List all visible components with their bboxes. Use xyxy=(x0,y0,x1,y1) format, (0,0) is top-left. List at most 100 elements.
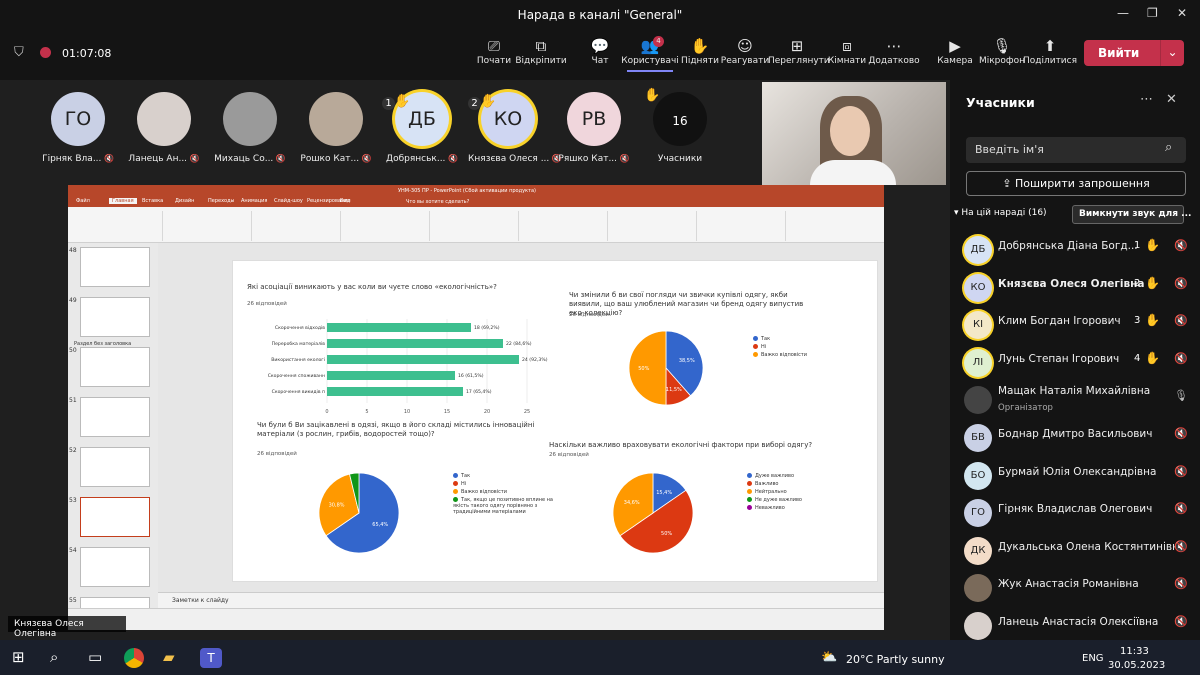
file-explorer-icon[interactable]: ▰ xyxy=(163,648,175,666)
maximize-icon[interactable]: ❐ xyxy=(1147,6,1158,20)
close-panel-icon[interactable]: ✕ xyxy=(1166,92,1177,107)
weather[interactable]: 20°C Partly sunny xyxy=(846,653,945,666)
slide-thumbnail[interactable] xyxy=(80,397,150,437)
leave-button[interactable]: Вийти ⌄ xyxy=(1084,40,1184,66)
ppt-tab[interactable]: Файл xyxy=(76,198,90,204)
mic-off-icon[interactable]: 🔇 xyxy=(1174,502,1188,515)
smile-icon: ☺ xyxy=(737,37,753,55)
mic-off-icon[interactable]: 🔇 xyxy=(1174,352,1188,365)
avatar-initials: ГО xyxy=(64,108,92,130)
participant-name-text: Князєва Олеся ... xyxy=(468,154,550,164)
x-tick-label: 15 xyxy=(444,409,450,415)
chrome-icon[interactable] xyxy=(124,648,144,668)
clock-time[interactable]: 11:33 xyxy=(1120,646,1149,657)
ppt-tab[interactable]: Вид xyxy=(340,198,350,204)
more-icon[interactable]: ⋯ xyxy=(1140,92,1153,107)
mic-off-icon[interactable]: 🔇 xyxy=(1174,615,1188,628)
participant-name: Боднар Дмитро Васильович xyxy=(998,428,1153,440)
section-header[interactable]: ▾ На цій нараді (16) xyxy=(954,208,1047,218)
participant-row[interactable]: КО Князєва Олеся Олегівна 2 ✋ 🔇 xyxy=(962,270,1192,304)
ppt-tab[interactable]: Переходы xyxy=(208,198,235,204)
slide-notes[interactable]: Заметки к слайду xyxy=(158,592,884,608)
mic-off-icon[interactable]: 🔇 xyxy=(1174,239,1188,252)
legend-label: Нейтрально xyxy=(755,489,787,495)
mic-off-icon: 🔇 xyxy=(617,154,630,163)
participant-row[interactable]: Жук Анастасія Романівна 🔇 xyxy=(962,570,1192,604)
mic-off-icon[interactable]: 🔇 xyxy=(1174,314,1188,327)
ppt-tab[interactable]: Главная xyxy=(109,198,137,204)
clock-date[interactable]: 30.05.2023 xyxy=(1108,660,1165,671)
slide-thumbnail[interactable] xyxy=(80,547,150,587)
participant-name: Жук Анастасія Романівна xyxy=(998,578,1139,591)
mic-off-icon[interactable]: 🔇 xyxy=(1174,465,1188,478)
slide-thumbnail[interactable] xyxy=(80,447,150,487)
participant-tile[interactable]: Михаць Со... 🔇 xyxy=(210,92,290,164)
toolbar-button-popout[interactable]: ⧉ Відкріпити xyxy=(512,36,570,66)
ppt-tab[interactable]: Вставка xyxy=(142,198,163,204)
participant-row[interactable]: ДБ Добрянська Діана Богд... 1 ✋ 🔇 xyxy=(962,232,1192,266)
participant-row[interactable]: ЛІ Лунь Степан Ігорович 4 ✋ 🔇 xyxy=(962,345,1192,379)
ppt-tab[interactable]: Слайд-шоу xyxy=(274,198,303,204)
legend-label: Так, якщо це позитивно вплине на якість … xyxy=(453,497,553,515)
participant-row[interactable]: КІ Клим Богдан Ігорович 3 ✋ 🔇 xyxy=(962,307,1192,341)
ppt-title-bar: УНМ-305 ПР - PowerPoint (Сбой активации … xyxy=(68,185,884,197)
section-label: На цій нараді (16) xyxy=(961,208,1047,218)
participant-tile[interactable]: ДБ 1 ✋ Добрянськ... 🔇 xyxy=(382,92,462,164)
participant-row[interactable]: Мащак Наталія Михайлівна Організатор 🎙 xyxy=(962,382,1192,416)
mic-off-icon[interactable]: 🔇 xyxy=(1174,540,1188,553)
participant-tile[interactable]: КО 2 ✋ Князєва Олеся ... 🔇 xyxy=(468,92,562,164)
mic-off-icon: 🔇 xyxy=(273,154,286,163)
toolbar-button-smile[interactable]: ☺ Реагувати xyxy=(716,36,774,66)
x-tick-label: 10 xyxy=(404,409,410,415)
slide-number: 52 xyxy=(69,447,77,454)
slide-thumbnail[interactable] xyxy=(80,497,150,537)
mic-off-icon[interactable]: 🔇 xyxy=(1174,577,1188,590)
toolbar-button-more[interactable]: ⋯ Додатково xyxy=(865,36,923,66)
windows-start-icon[interactable]: ⊞ xyxy=(12,648,25,666)
window-title: Нарада в каналі "General" xyxy=(517,8,683,22)
task-view-icon[interactable]: ▭ xyxy=(88,648,102,666)
mic-off-icon: 🔇 xyxy=(359,154,372,163)
slide-thumbnail[interactable] xyxy=(80,297,150,337)
avatar: ЛІ xyxy=(964,348,992,377)
participant-tile[interactable]: 16 ✋ Учасники xyxy=(640,88,720,164)
search-placeholder: Введіть ім'я xyxy=(975,143,1044,156)
participant-tile[interactable]: Ланець Ан... 🔇 xyxy=(124,92,204,164)
participant-row[interactable]: ГО Гірняк Владислав Олегович 🔇 xyxy=(962,495,1192,529)
close-icon[interactable]: ✕ xyxy=(1177,6,1187,20)
participant-role: Організатор xyxy=(998,403,1053,414)
slide-thumbnail[interactable] xyxy=(80,247,150,287)
participant-row[interactable]: Ланець Анастасія Олексіївна 🔇 xyxy=(962,608,1192,642)
participant-tile[interactable]: РВ Ряшко Кат... 🔇 xyxy=(554,92,634,164)
minimize-icon[interactable]: — xyxy=(1117,6,1129,20)
participant-row[interactable]: БВ Боднар Дмитро Васильович 🔇 xyxy=(962,420,1192,454)
participant-name-text: Ланець Ан... xyxy=(128,154,188,164)
teams-icon[interactable]: T xyxy=(200,648,222,668)
participant-tile[interactable]: Рошко Кат... 🔇 xyxy=(296,92,376,164)
participant-row[interactable]: ДК Дукальська Олена Костянтинівна 🔇 xyxy=(962,533,1192,567)
mute-all-button[interactable]: Вимкнути звук для ... xyxy=(1072,205,1191,224)
search-icon[interactable]: ⌕ xyxy=(50,648,58,666)
participant-name: Ланець Анастасія Олексіївна xyxy=(998,616,1159,628)
chevron-down-icon[interactable]: ⌄ xyxy=(1160,40,1184,66)
shield-icon: ⛉ xyxy=(14,45,24,60)
ppt-tab[interactable]: Анимация xyxy=(241,198,267,204)
search-input[interactable]: Введіть ім'я ⌕ xyxy=(966,137,1186,163)
share-invite-button[interactable]: ⇪ Поширити запрошення xyxy=(966,171,1186,196)
toolbar-button-label: Почати xyxy=(476,56,512,66)
toolbar-button-label: Кімнати xyxy=(827,56,867,66)
legend-item: Нейтрально xyxy=(747,489,802,495)
mic-off-icon[interactable]: 🔇 xyxy=(1174,277,1188,290)
participant-tile[interactable]: ГО Гірняк Вла... 🔇 xyxy=(38,92,118,164)
mic-icon[interactable]: 🎙 xyxy=(1174,389,1188,402)
ppt-tell-me[interactable]: Что вы хотите сделать? xyxy=(406,199,469,205)
avatar-initials: КО xyxy=(493,108,523,130)
input-language[interactable]: ENG xyxy=(1082,653,1104,664)
mic-off-icon[interactable]: 🔇 xyxy=(1174,427,1188,440)
raised-hand-icon: ✋ xyxy=(644,88,661,103)
ppt-tab[interactable]: Дизайн xyxy=(175,198,194,204)
legend-label: Дуже важливо xyxy=(755,473,795,479)
participant-row[interactable]: БО Бурмай Юлія Олександрівна 🔇 xyxy=(962,458,1192,492)
slide-thumbnail[interactable] xyxy=(80,347,150,387)
toolbar-button-share[interactable]: ⬆ Поділитися xyxy=(1021,36,1079,66)
